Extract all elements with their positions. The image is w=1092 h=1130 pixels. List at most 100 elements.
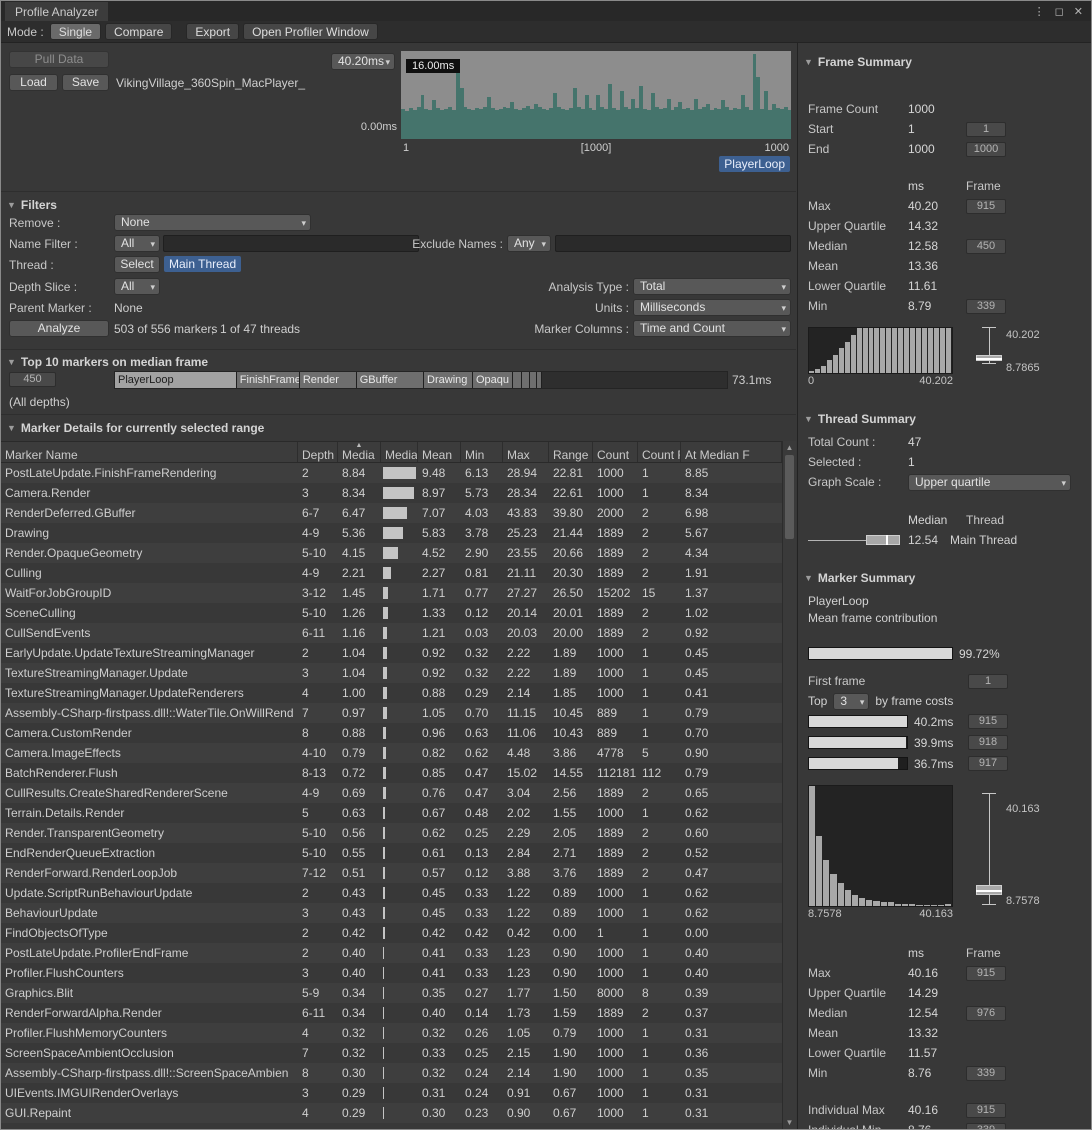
marker-columns-dropdown[interactable]: Time and Count ▾ (633, 320, 791, 337)
table-row[interactable]: Culling4-92.212.270.8121.1120.30188921.9… (1, 563, 782, 583)
close-icon[interactable]: ✕ (1074, 5, 1083, 18)
frame-link-badge[interactable]: 915 (966, 966, 1006, 981)
column-header-media-2[interactable]: ▲Media (338, 442, 381, 462)
top-count-dropdown[interactable]: 3 ▾ (833, 693, 869, 710)
tab-profile-analyzer[interactable]: Profile Analyzer (5, 2, 108, 21)
table-row[interactable]: Graphics.Blit5-90.340.350.271.771.508000… (1, 983, 782, 1003)
save-button[interactable]: Save (62, 74, 109, 91)
top-marker-segment[interactable] (513, 372, 522, 388)
frame-link-badge[interactable]: 339 (966, 1066, 1006, 1081)
graph-scale-dropdown[interactable]: Upper quartile ▾ (908, 474, 1071, 491)
foldout-triangle-icon[interactable]: ▼ (804, 57, 813, 67)
depth-slice-dropdown[interactable]: All ▾ (114, 278, 160, 295)
thread-chip[interactable]: Main Thread (164, 256, 241, 272)
table-row[interactable]: Profiler.FlushMemoryCounters40.320.320.2… (1, 1023, 782, 1043)
frame-link-badge[interactable]: 339 (966, 1123, 1006, 1130)
scrollbar-thumb[interactable] (785, 455, 794, 539)
top-marker-segment[interactable]: Opaqu (473, 372, 513, 388)
table-row[interactable]: BehaviourUpdate30.430.450.331.220.891000… (1, 903, 782, 923)
top-marker-segment[interactable]: Drawing (424, 372, 473, 388)
menu-icon[interactable]: ⋮ (1034, 5, 1045, 18)
selected-marker-chip[interactable]: PlayerLoop (719, 156, 790, 172)
table-row[interactable]: Camera.ImageEffects4-100.790.820.624.483… (1, 743, 782, 763)
frame-time-histogram[interactable] (808, 327, 953, 374)
column-header-media-3[interactable]: Media (381, 442, 418, 462)
table-row[interactable]: Assembly-CSharp-firstpass.dll!::WaterTil… (1, 703, 782, 723)
table-row[interactable]: EndRenderQueueExtraction5-100.550.610.13… (1, 843, 782, 863)
column-header-max-6[interactable]: Max (503, 442, 549, 462)
analyze-button[interactable]: Analyze (9, 320, 109, 337)
mode-single-button[interactable]: Single (50, 23, 101, 40)
table-row[interactable]: PostLateUpdate.ProfilerEndFrame20.400.41… (1, 943, 782, 963)
frame-link-badge[interactable]: 1 (968, 674, 1008, 689)
column-header-min-5[interactable]: Min (461, 442, 503, 462)
table-row[interactable]: Render.OpaqueGeometry5-104.154.522.9023.… (1, 543, 782, 563)
name-filter-input[interactable] (163, 235, 419, 252)
table-row[interactable]: Profiler.FlushCounters30.400.410.331.230… (1, 963, 782, 983)
exclude-names-input[interactable] (555, 235, 791, 252)
frame-link-badge[interactable]: 915 (966, 199, 1006, 214)
top-marker-segment[interactable]: FinishFrameR (237, 372, 300, 388)
column-header-at-median-f-10[interactable]: At Median F (681, 442, 782, 462)
top-marker-segment[interactable]: Render (300, 372, 357, 388)
thread-row-main[interactable]: 12.54 Main Thread (798, 530, 1091, 550)
units-dropdown[interactable]: Milliseconds ▾ (633, 299, 791, 316)
foldout-triangle-icon[interactable]: ▼ (7, 423, 16, 433)
table-row[interactable]: GUI.Repaint40.290.300.230.900.67100010.3… (1, 1103, 782, 1123)
frame-time-chart[interactable]: 16.00ms (401, 51, 791, 139)
mode-compare-button[interactable]: Compare (105, 23, 172, 40)
frame-link-badge[interactable]: 1 (966, 122, 1006, 137)
table-row[interactable]: FindObjectsOfType20.420.420.420.420.0011… (1, 923, 782, 943)
table-row[interactable]: TextureStreamingManager.UpdateRenderers4… (1, 683, 782, 703)
table-row[interactable]: UIEvents.IMGUIRenderOverlays30.290.310.2… (1, 1083, 782, 1103)
frame-link-badge[interactable]: 915 (966, 1103, 1006, 1118)
table-row[interactable]: Render.TransparentGeometry5-100.560.620.… (1, 823, 782, 843)
table-row[interactable]: CullSendEvents6-111.161.210.0320.0320.00… (1, 623, 782, 643)
load-button[interactable]: Load (9, 74, 58, 91)
table-row[interactable]: PostLateUpdate.FinishFrameRendering28.84… (1, 463, 782, 483)
table-row[interactable]: RenderDeferred.GBuffer6-76.477.074.0343.… (1, 503, 782, 523)
frame-time-bar[interactable] (788, 110, 791, 139)
maximize-icon[interactable]: ◻ (1055, 5, 1064, 18)
frame-link-badge[interactable]: 976 (966, 1006, 1006, 1021)
column-header-depth-1[interactable]: Depth (298, 442, 338, 462)
remove-dropdown[interactable]: None ▾ (114, 214, 311, 231)
table-row[interactable]: Terrain.Details.Render50.630.670.482.021… (1, 803, 782, 823)
table-row[interactable]: ScreenSpaceAmbientOcclusion70.320.330.25… (1, 1043, 782, 1063)
table-row[interactable]: TextureStreamingManager.Update31.040.920… (1, 663, 782, 683)
table-row[interactable]: SceneCulling5-101.261.330.1220.1420.0118… (1, 603, 782, 623)
exclude-mode-dropdown[interactable]: Any ▾ (507, 235, 551, 252)
top-marker-segment[interactable] (522, 372, 530, 388)
foldout-triangle-icon[interactable]: ▼ (7, 357, 16, 367)
column-header-count-8[interactable]: Count (593, 442, 638, 462)
table-row[interactable]: RenderForwardAlpha.Render6-110.340.400.1… (1, 1003, 782, 1023)
frame-link-badge[interactable]: 918 (968, 735, 1008, 750)
y-axis-range-dropdown[interactable]: 40.20ms ▾ (331, 53, 395, 70)
column-header-count-fra-9[interactable]: Count Fra (638, 442, 681, 462)
table-row[interactable]: CullResults.CreateSharedRendererScene4-9… (1, 783, 782, 803)
frame-link-badge[interactable]: 1000 (966, 142, 1006, 157)
table-row[interactable]: Assembly-CSharp-firstpass.dll!::ScreenSp… (1, 1063, 782, 1083)
frame-link-badge[interactable]: 917 (968, 756, 1008, 771)
table-row[interactable]: WaitForJobGroupID3-121.451.710.7727.2726… (1, 583, 782, 603)
frame-link-badge[interactable]: 339 (966, 299, 1006, 314)
thread-select-button[interactable]: Select (114, 256, 160, 273)
top-marker-segment[interactable]: GBuffer (357, 372, 424, 388)
table-row[interactable]: EarlyUpdate.UpdateTextureStreamingManage… (1, 643, 782, 663)
top-marker-segment[interactable]: PlayerLoop (115, 372, 237, 388)
table-row[interactable]: Drawing4-95.365.833.7825.2321.44188925.6… (1, 523, 782, 543)
scroll-down-icon[interactable]: ▼ (783, 1118, 796, 1127)
analysis-type-dropdown[interactable]: Total ▾ (633, 278, 791, 295)
table-row[interactable]: Camera.Render38.348.975.7328.3422.611000… (1, 483, 782, 503)
frame-link-badge[interactable]: 915 (968, 714, 1008, 729)
top-marker-segment[interactable] (530, 372, 537, 388)
table-row[interactable]: RenderForward.RenderLoopJob7-120.510.570… (1, 863, 782, 883)
table-row[interactable]: BatchRenderer.Flush8-130.720.850.4715.02… (1, 763, 782, 783)
table-row[interactable]: Update.ScriptRunBehaviourUpdate20.430.45… (1, 883, 782, 903)
top-marker-segment[interactable] (537, 372, 543, 388)
column-header-range-7[interactable]: Range (549, 442, 593, 462)
column-header-mean-4[interactable]: Mean (418, 442, 461, 462)
scroll-up-icon[interactable]: ▲ (783, 443, 796, 452)
median-frame-badge[interactable]: 450 (9, 372, 56, 387)
column-header-marker-name-0[interactable]: Marker Name (1, 442, 298, 462)
